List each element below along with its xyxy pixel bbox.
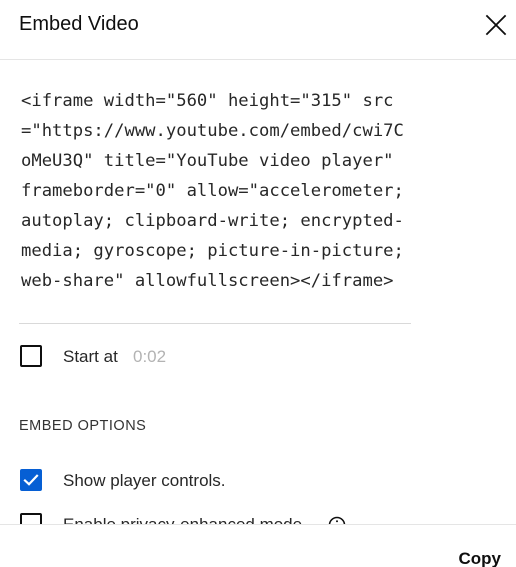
start-at-label: Start at: [63, 347, 118, 366]
copy-button[interactable]: Copy: [459, 549, 502, 567]
close-button[interactable]: [483, 12, 509, 38]
code-underline-divider: [19, 323, 411, 324]
embed-code-textarea[interactable]: <iframe width="560" height="315" src="ht…: [21, 86, 411, 296]
show-player-controls-label: Show player controls.: [63, 471, 226, 490]
show-player-controls-checkbox[interactable]: [20, 469, 42, 491]
start-at-checkbox[interactable]: [20, 345, 42, 367]
dialog-footer: Copy: [0, 524, 516, 567]
embed-options-heading: EMBED OPTIONS: [19, 418, 147, 434]
checkmark-icon: [23, 474, 39, 486]
dialog-header: Embed Video: [0, 0, 516, 60]
dialog-title: Embed Video: [19, 13, 139, 35]
embed-video-dialog: Embed Video <iframe width="560" height="…: [0, 0, 516, 567]
close-icon: [485, 14, 507, 36]
start-time-input[interactable]: 0:02: [133, 347, 166, 367]
